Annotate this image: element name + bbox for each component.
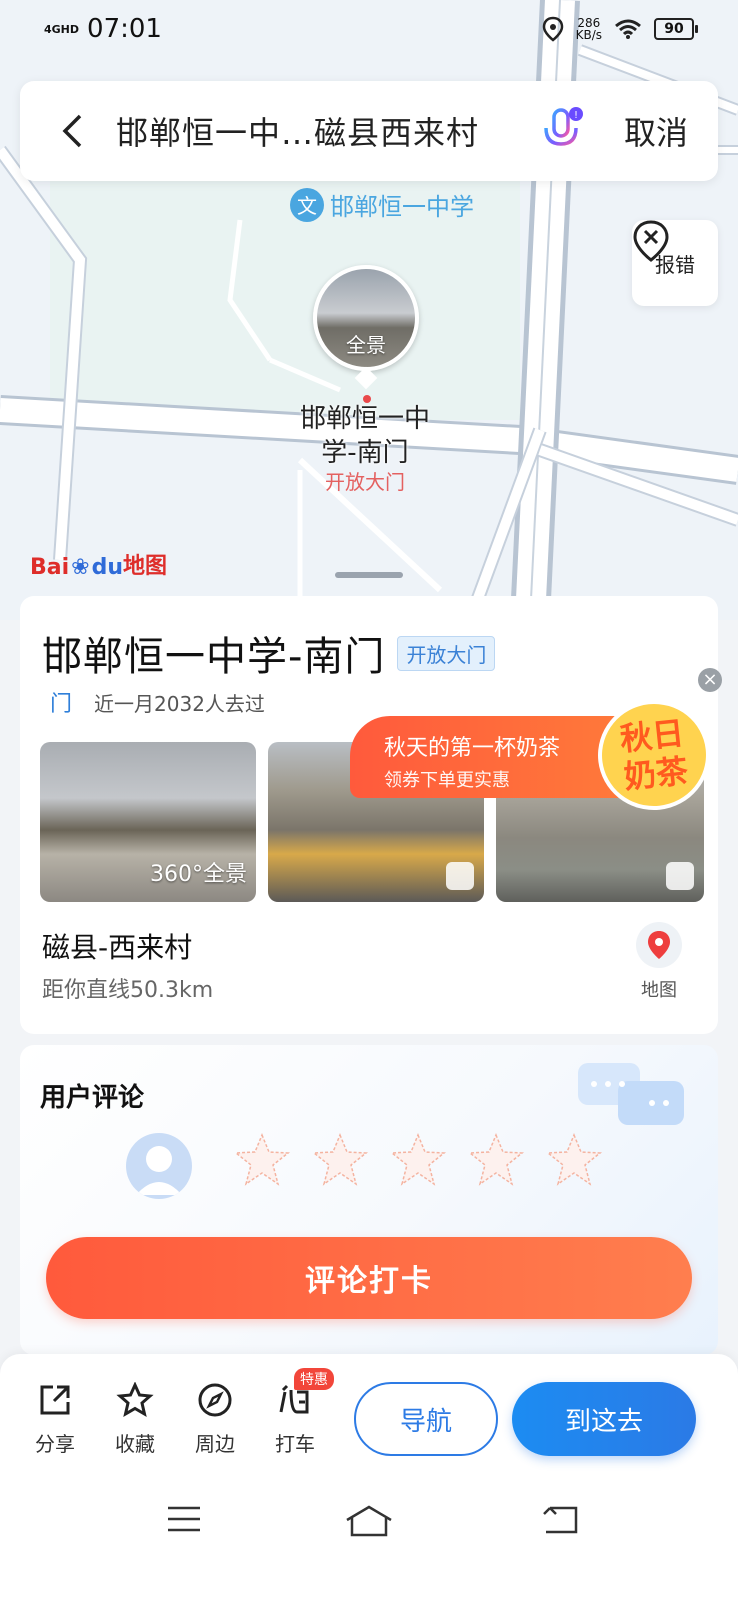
open-gate-tag: 开放大门: [397, 635, 496, 671]
panorama-photo[interactable]: 360°全景: [40, 742, 256, 902]
visit-count: 近一月2032人去过: [94, 691, 265, 716]
favorite-button[interactable]: 收藏: [110, 1382, 160, 1457]
cancel-button[interactable]: 取消: [624, 108, 688, 154]
comment-title: 用户评论: [40, 1083, 145, 1113]
user-avatar: [126, 1133, 192, 1199]
comment-card: 用户评论 评论打卡: [20, 1045, 718, 1355]
special-offer-badge: 特惠: [294, 1368, 334, 1390]
photo-panorama-label: 360°全景: [150, 862, 247, 887]
ad-subtitle: 领券下单更实惠: [384, 770, 510, 791]
sheet-drag-handle[interactable]: [335, 572, 403, 578]
image-icon: [666, 862, 694, 890]
go-here-button[interactable]: 到这去: [512, 1382, 696, 1456]
image-icon: [446, 862, 474, 890]
back-nav-icon[interactable]: [540, 1504, 580, 1536]
map-pin-icon: [636, 922, 682, 968]
compass-icon: [198, 1383, 232, 1417]
net-speed: 286 KB/s: [575, 16, 602, 42]
location-icon: [542, 16, 563, 42]
rating-star-icon[interactable]: [388, 1131, 448, 1191]
paw-icon: ❀: [71, 555, 90, 580]
panorama-bubble[interactable]: 全景: [313, 265, 419, 371]
destination-distance: 距你直线50.3km: [42, 978, 214, 1003]
svg-text:!: !: [574, 110, 578, 121]
search-query[interactable]: 邯郸恒一中…磁县西来村: [116, 108, 479, 154]
school-icon: 文: [290, 187, 324, 222]
menu-icon[interactable]: [166, 1504, 202, 1534]
wifi-icon: [615, 19, 641, 39]
star-icon: [116, 1382, 154, 1418]
rating-star-icon[interactable]: [466, 1131, 526, 1191]
battery-indicator: 90: [654, 18, 698, 40]
rating-star-icon[interactable]: [544, 1131, 604, 1191]
status-bar: 4GHD 07:01 286 KB/s 90: [0, 0, 738, 58]
destination-name: 磁县-西来村: [42, 931, 193, 964]
place-info-card: 邯郸恒一中学-南门 开放大门 门 近一月2032人去过 360°全景 磁县-西来…: [20, 596, 722, 1034]
rating-star-icon[interactable]: [232, 1131, 292, 1191]
close-ad-icon[interactable]: ×: [698, 668, 722, 692]
status-time: 07:01: [87, 14, 162, 44]
microphone-icon[interactable]: !: [540, 106, 584, 156]
rating-stars[interactable]: [232, 1131, 604, 1191]
panorama-label: 全景: [346, 333, 386, 357]
report-error-button[interactable]: 报错: [632, 220, 718, 306]
bottom-action-bar: 分享 收藏 周边 特惠 打车 导航 到这去: [0, 1354, 738, 1600]
taxi-button[interactable]: 特惠 打车: [270, 1368, 334, 1457]
share-button[interactable]: 分享: [30, 1382, 80, 1457]
place-title: 邯郸恒一中学-南门: [42, 634, 386, 680]
system-nav-bar: [0, 1504, 738, 1564]
view-map-button[interactable]: 地图: [634, 922, 684, 1002]
search-bar[interactable]: 邯郸恒一中…磁县西来村 ! 取消: [20, 81, 718, 181]
rating-star-icon[interactable]: [310, 1131, 370, 1191]
ad-banner[interactable]: 秋天的第一杯奶茶 领券下单更实惠: [350, 716, 630, 798]
nearby-button[interactable]: 周边: [190, 1382, 240, 1457]
pin-x-icon: [633, 220, 669, 262]
pin-label: 邯郸恒一中学-南门: [299, 404, 430, 468]
school-poi-label[interactable]: 文 邯郸恒一中学: [290, 187, 474, 222]
door-icon: 门: [50, 692, 73, 717]
chat-bubbles-icon: [578, 1063, 684, 1125]
pin-sublabel: 开放大门: [325, 470, 405, 494]
ad-title: 秋天的第一杯奶茶: [384, 736, 561, 761]
baidu-map-logo: Bai ❀ du 地图: [30, 554, 168, 580]
signal-indicator: 4GHD: [44, 22, 80, 36]
comment-checkin-button[interactable]: 评论打卡: [46, 1237, 692, 1319]
back-icon[interactable]: [60, 111, 96, 151]
navigate-button[interactable]: 导航: [354, 1382, 498, 1456]
share-icon: [40, 1385, 70, 1415]
home-icon[interactable]: [344, 1504, 394, 1538]
